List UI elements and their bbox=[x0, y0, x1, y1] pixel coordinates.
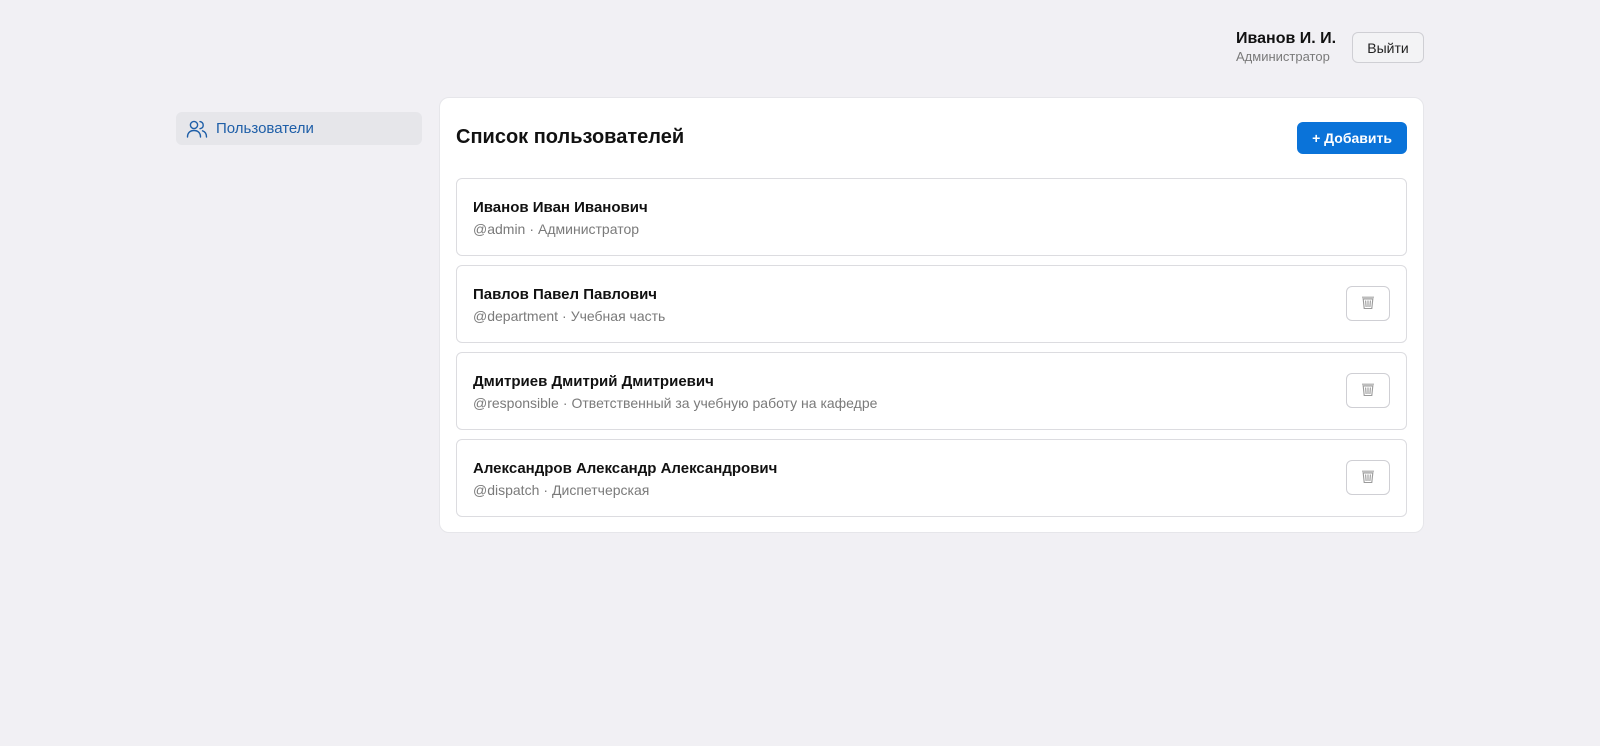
sidebar-item-users[interactable]: Пользователи bbox=[176, 112, 422, 145]
user-name: Дмитриев Дмитрий Дмитриевич bbox=[473, 373, 714, 390]
current-user: Иванов И. И. Администратор bbox=[1236, 30, 1336, 65]
user-role: Учебная часть bbox=[570, 308, 666, 324]
user-role: Ответственный за учебную работу на кафед… bbox=[571, 395, 878, 411]
sidebar: Пользователи bbox=[176, 112, 422, 145]
delete-user-button[interactable] bbox=[1346, 373, 1390, 408]
meta-separator: · bbox=[543, 482, 549, 498]
user-name: Александров Александр Александрович bbox=[473, 460, 778, 477]
list-item: Павлов Павел Павлович @department · Учебна… bbox=[456, 265, 1407, 343]
user-meta: @department · Учебная часть bbox=[473, 308, 1390, 325]
user-role: Администратор bbox=[538, 221, 640, 237]
users-icon bbox=[186, 119, 208, 139]
meta-separator: · bbox=[562, 308, 567, 324]
user-list: Иванов Иван Иванович @admin · Администрато… bbox=[456, 178, 1407, 526]
meta-separator: · bbox=[529, 221, 535, 237]
current-user-name: Иванов И. И. bbox=[1236, 30, 1337, 47]
trash-icon bbox=[1360, 294, 1376, 313]
users-panel: Список пользователей + Добавить Иванов И… bbox=[439, 97, 1424, 533]
user-role: Диспетчерская bbox=[552, 482, 650, 498]
user-name: Иванов Иван Иванович bbox=[473, 199, 648, 216]
list-item: Александров Александр Александрович @dis… bbox=[456, 439, 1407, 517]
page-title: Список пользователей bbox=[456, 126, 685, 148]
meta-separator: · bbox=[562, 395, 568, 411]
trash-icon bbox=[1360, 468, 1376, 487]
user-login: @dispatch bbox=[473, 482, 540, 498]
user-meta: @dispatch · Диспетчерская bbox=[473, 482, 1390, 499]
current-user-role: Администратор bbox=[1236, 49, 1330, 64]
user-login: @department bbox=[473, 308, 559, 324]
user-login: @responsible bbox=[473, 395, 559, 411]
user-login: @admin bbox=[473, 221, 526, 237]
logout-button[interactable]: Выйти bbox=[1352, 32, 1424, 63]
user-meta: @admin · Администратор bbox=[473, 221, 1390, 238]
list-item: Дмитриев Дмитрий Дмитриевич @responsible… bbox=[456, 352, 1407, 430]
user-name: Павлов Павел Павлович bbox=[473, 286, 658, 303]
delete-user-button[interactable] bbox=[1346, 460, 1390, 495]
user-meta: @responsible · Ответственный за учебную ра… bbox=[473, 395, 1390, 412]
trash-icon bbox=[1360, 381, 1376, 400]
add-user-button[interactable]: + Добавить bbox=[1297, 122, 1407, 154]
sidebar-item-label: Пользователи bbox=[216, 120, 314, 137]
delete-user-button[interactable] bbox=[1346, 286, 1390, 321]
list-item: Иванов Иван Иванович @admin · Администрато… bbox=[456, 178, 1407, 256]
